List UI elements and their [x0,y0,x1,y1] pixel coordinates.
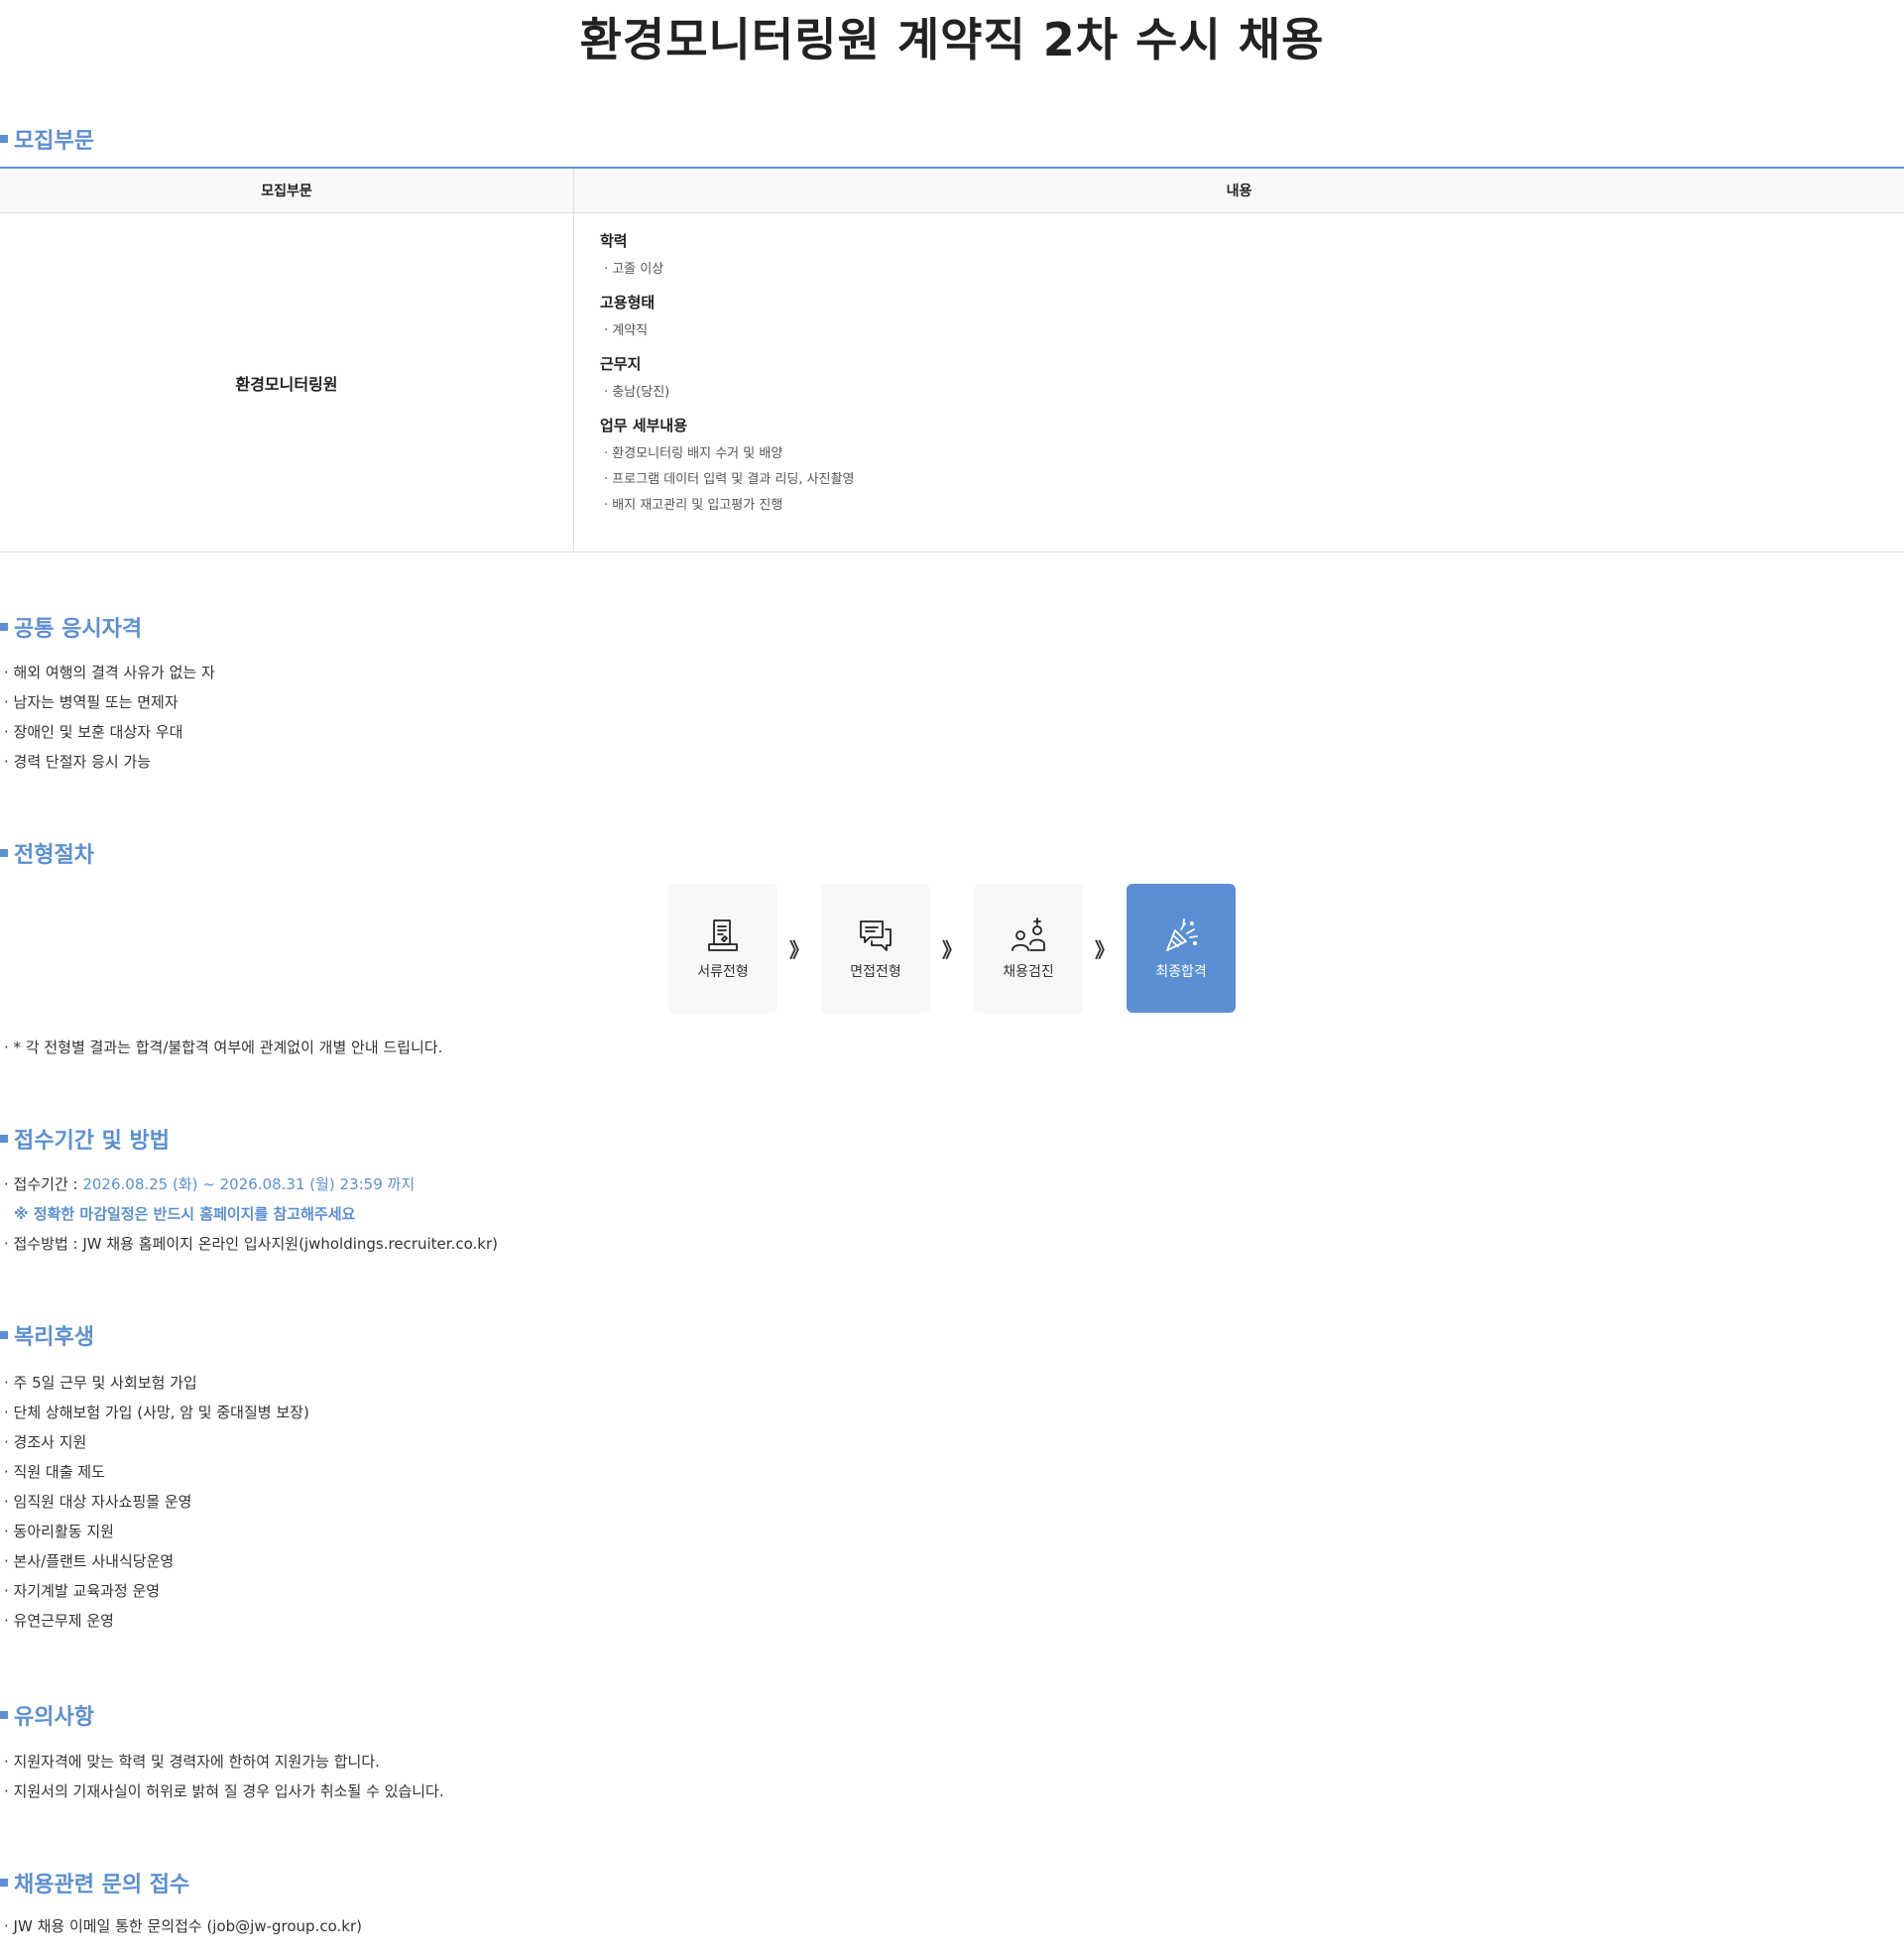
step-label: 서류전형 [697,964,749,980]
list-item: 동아리활동 지원 [4,1517,309,1546]
list-item: 해외 여행의 결격 사유가 없는 자 [4,658,215,687]
application-period-value: 2026.08.25 (화) ~ 2026.08.31 (월) 23:59 까지 [82,1175,416,1193]
application-period: 접수기간 : 2026.08.25 (화) ~ 2026.08.31 (월) 2… [4,1169,498,1199]
section-heading-label: 복리후생 [14,1325,94,1350]
square-bullet-icon [0,1711,8,1719]
detail-group-duties: 업무 세부내용 환경모니터링 배지 수거 및 배양 프로그램 데이터 입력 및 … [600,415,1878,519]
page-title: 환경모니터링원 계약직 2차 수시 채용 [579,13,1325,66]
square-bullet-icon [0,623,8,631]
list-item: 남자는 병역필 또는 면제자 [4,687,215,717]
section-heading-inquiry: 채용관련 문의 접수 [0,1867,189,1898]
list-item: 직원 대출 제도 [4,1457,309,1487]
detail-item: 프로그램 데이터 입력 및 결과 리딩, 사진촬영 [600,467,1878,493]
qualification-list: 해외 여행의 결격 사유가 없는 자 남자는 병역필 또는 면제자 장애인 및 … [4,658,215,777]
step-arrow-icon: 》 [942,937,962,962]
step-interview: 면접전형 [821,884,930,1013]
table-row: 환경모니터링원 학력 고졸 이상 고용형태 계약직 근무지 충남(당진) [0,212,1904,552]
detail-item: 환경모니터링 배지 수거 및 배양 [600,441,1878,467]
list-item: 장애인 및 보훈 대상자 우대 [4,717,215,747]
step-label: 최종합격 [1155,964,1207,980]
application-notice-text: ※ 정확한 마감일정은 반드시 홈페이지를 참고해주세요 [14,1205,356,1223]
square-bullet-icon [0,1879,8,1887]
section-heading-label: 채용관련 문의 접수 [14,1873,190,1897]
process-note: * 각 전형별 결과는 합격/불합격 여부에 관계없이 개별 안내 드립니다. [4,1033,443,1062]
health-check-icon [1012,918,1045,951]
detail-item: 고졸 이상 [600,257,1878,283]
detail-label: 업무 세부내용 [600,417,688,434]
table-cell-division: 환경모니터링원 [0,212,574,552]
section-heading-caution: 유의사항 [0,1699,94,1731]
section-heading-label: 전형절차 [14,843,94,868]
application-notice: ※ 정확한 마감일정은 반드시 홈페이지를 참고해주세요 [4,1199,498,1229]
section-heading-label: 모집부문 [14,129,94,154]
detail-item: 계약직 [600,318,1878,344]
list-item: 유연근무제 운영 [4,1606,309,1636]
inquiry-list: JW 채용 이메일 통한 문의접수 (job@jw-group.co.kr) [4,1911,362,1941]
square-bullet-icon [0,1331,8,1339]
step-final-pass: 최종합격 [1127,884,1236,1013]
process-note-list: * 각 전형별 결과는 합격/불합격 여부에 관계없이 개별 안내 드립니다. [4,1033,443,1062]
chat-icon [860,920,892,951]
list-item: 임직원 대상 자사쇼핑몰 운영 [4,1487,309,1517]
step-arrow-icon: 》 [789,937,809,962]
detail-group-education: 학력 고졸 이상 [600,230,1878,283]
step-label: 면접전형 [850,964,901,980]
list-item: 경조사 지원 [4,1427,309,1457]
section-heading-application: 접수기간 및 방법 [0,1123,170,1155]
process-steps: 서류전형 》 면접전형 》 채용검진 》 최종합격 [668,884,1236,1013]
recruit-table: 모집부문 내용 환경모니터링원 학력 고졸 이상 고용형태 계약직 근무지 [0,167,1904,552]
step-arrow-icon: 》 [1095,937,1115,962]
step-document-screening: 서류전형 [668,884,777,1013]
list-item: 주 5일 근무 및 사회보험 가입 [4,1368,309,1398]
detail-label: 고용형태 [600,294,655,311]
party-popper-icon [1166,918,1198,951]
detail-group-location: 근무지 충남(당진) [600,353,1878,406]
section-heading-label: 접수기간 및 방법 [14,1129,170,1154]
application-method: 접수방법 : JW 채용 홈페이지 온라인 입사지원(jwholdings.re… [4,1229,498,1259]
step-label: 채용검진 [1003,964,1054,980]
step-health-check: 채용검진 [974,884,1083,1013]
section-heading-process: 전형절차 [0,837,94,869]
list-item: 지원서의 기재사실이 허위로 밝혀 질 경우 입사가 취소될 수 있습니다. [4,1776,444,1806]
table-header-row: 모집부문 내용 [0,168,1904,213]
list-item: 지원자격에 맞는 학력 및 경력자에 한하여 지원가능 합니다. [4,1747,444,1776]
document-icon [708,919,738,951]
table-header-content: 내용 [573,168,1904,213]
square-bullet-icon [0,1135,8,1143]
detail-item: 충남(당진) [600,380,1878,406]
list-item: 경력 단절자 응시 가능 [4,747,215,777]
table-header-division: 모집부문 [0,168,574,213]
detail-item: 배지 재고관리 및 입고평가 진행 [600,493,1878,519]
detail-label: 학력 [600,232,628,250]
square-bullet-icon [0,849,8,857]
square-bullet-icon [0,135,8,143]
welfare-list: 주 5일 근무 및 사회보험 가입 단체 상해보험 가입 (사망, 암 및 중대… [4,1368,309,1636]
table-cell-content: 학력 고졸 이상 고용형태 계약직 근무지 충남(당진) 업무 세부내용 환경모… [573,212,1904,552]
section-heading-label: 공통 응시자격 [14,617,143,642]
list-item: 단체 상해보험 가입 (사망, 암 및 중대질병 보장) [4,1398,309,1427]
section-heading-welfare: 복리후생 [0,1319,94,1351]
list-item: JW 채용 이메일 통한 문의접수 (job@jw-group.co.kr) [4,1911,362,1941]
application-list: 접수기간 : 2026.08.25 (화) ~ 2026.08.31 (월) 2… [4,1169,498,1259]
detail-label: 근무지 [600,355,642,373]
list-item: 본사/플랜트 사내식당운영 [4,1546,309,1576]
list-item: 자기계발 교육과정 운영 [4,1576,309,1606]
section-heading-recruit: 모집부문 [0,123,94,155]
caution-list: 지원자격에 맞는 학력 및 경력자에 한하여 지원가능 합니다. 지원서의 기재… [4,1747,444,1806]
application-period-label: 접수기간 : [13,1175,83,1193]
section-heading-qualification: 공통 응시자격 [0,611,142,643]
detail-group-employment-type: 고용형태 계약직 [600,292,1878,344]
section-heading-label: 유의사항 [14,1705,94,1730]
